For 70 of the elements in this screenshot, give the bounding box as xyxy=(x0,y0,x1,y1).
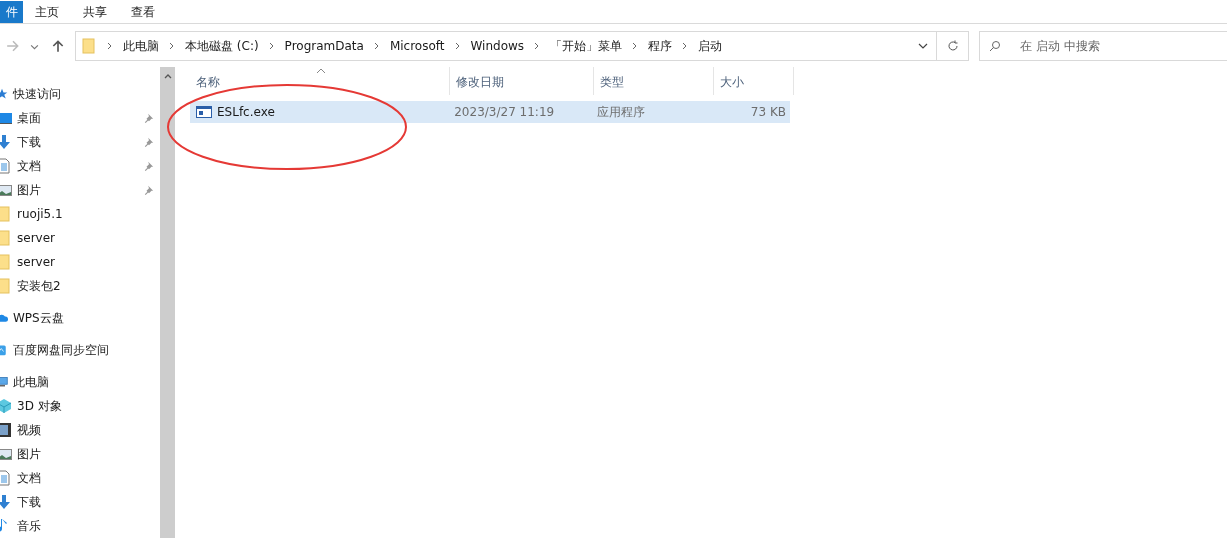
search-icon xyxy=(989,40,1001,52)
refresh-icon xyxy=(946,40,959,52)
breadcrumb[interactable]: Microsoft xyxy=(389,39,445,53)
cube-icon xyxy=(0,398,12,414)
address-bar[interactable]: 此电脑 本地磁盘 (C:) ProgramData Microsoft Windows 「开始」菜单 程序 启动 xyxy=(75,31,937,61)
breadcrumb[interactable]: 程序 xyxy=(648,37,673,55)
ribbon-tab[interactable]: 共享 xyxy=(71,1,119,23)
sidebar-item[interactable]: server xyxy=(0,226,160,250)
chevron-down-icon[interactable] xyxy=(918,42,928,50)
monitor-icon xyxy=(0,110,12,126)
scrollbar[interactable] xyxy=(160,67,175,538)
chevron-up-icon[interactable] xyxy=(163,73,172,79)
breadcrumb[interactable]: 启动 xyxy=(698,37,723,55)
sidebar-item[interactable]: 下载 xyxy=(0,490,160,514)
ribbon-tab[interactable]: 件 xyxy=(0,1,23,23)
breadcrumb[interactable]: Windows xyxy=(470,39,525,53)
column-header[interactable]: 修改日期 xyxy=(450,67,594,95)
ribbon-tab[interactable]: 主页 xyxy=(23,1,71,23)
column-header[interactable]: 名称 xyxy=(190,67,450,95)
chevron-right-icon xyxy=(682,42,689,50)
sidebar-item[interactable]: 文档 xyxy=(0,466,160,490)
sidebar-item[interactable]: 桌面 xyxy=(0,106,160,130)
folder-icon xyxy=(0,278,12,294)
folder-icon xyxy=(81,38,97,54)
film-icon xyxy=(0,422,12,438)
sort-caret-icon xyxy=(316,68,326,74)
sidebar-item[interactable]: 音乐 xyxy=(0,514,160,538)
sidebar-item[interactable]: 3D 对象 xyxy=(0,394,160,418)
sidebar-item[interactable]: 图片 xyxy=(0,178,160,202)
chevron-right-icon xyxy=(632,42,639,50)
file-row[interactable]: ESLfc.exe 2023/3/27 11:19 应用程序 73 KB xyxy=(190,101,790,123)
breadcrumb[interactable]: 此电脑 xyxy=(123,37,159,55)
search-field[interactable]: 在 启动 中搜索 xyxy=(979,31,1227,61)
sidebar-item[interactable]: 视频 xyxy=(0,418,160,442)
chevron-right-icon xyxy=(169,42,175,50)
sidebar-item[interactable]: 文档 xyxy=(0,154,160,178)
breadcrumb[interactable]: ProgramData xyxy=(284,39,364,53)
breadcrumb[interactable]: 「开始」菜单 xyxy=(550,37,623,55)
sidebar-item[interactable]: 下载 xyxy=(0,130,160,154)
table-cell-text: 应用程序 xyxy=(596,103,647,121)
sidebar-item[interactable]: WPS云盘 xyxy=(0,306,160,330)
file-name: ESLfc.exe xyxy=(217,105,275,119)
sidebar-item[interactable]: ruoji5.1 xyxy=(0,202,160,226)
chevron-right-icon xyxy=(534,42,541,50)
column-header[interactable]: 类型 xyxy=(594,67,714,95)
sidebar-item[interactable]: 安装包2 xyxy=(0,274,160,298)
sidebar-item[interactable]: 图片 xyxy=(0,442,160,466)
sidebar-item[interactable]: server xyxy=(0,250,160,274)
sidebar-item[interactable]: 此电脑 xyxy=(0,370,160,394)
table-cell-text: 73 KB xyxy=(749,105,787,119)
chevron-right-icon xyxy=(107,42,113,50)
picture-icon xyxy=(0,446,12,462)
table-cell-text: 2023/3/27 11:19 xyxy=(453,105,556,119)
breadcrumb[interactable]: 本地磁盘 (C:) xyxy=(185,37,259,55)
down-arrow-icon xyxy=(0,494,12,510)
picture-icon xyxy=(0,182,12,198)
sidebar-item[interactable]: 快速访问 xyxy=(0,82,160,106)
sidebar-item[interactable]: 百度网盘同步空间 xyxy=(0,338,160,362)
up-arrow-icon[interactable] xyxy=(51,39,65,53)
column-header[interactable]: 大小 xyxy=(714,67,794,95)
down-arrow-icon xyxy=(0,134,12,150)
chevron-right-icon xyxy=(454,42,461,50)
ribbon-tab[interactable]: 查看 xyxy=(119,1,167,23)
folder-icon xyxy=(0,230,12,246)
chevron-right-icon xyxy=(268,42,275,50)
application-icon xyxy=(196,104,212,120)
folder-icon xyxy=(0,206,12,222)
folder-icon xyxy=(0,254,12,270)
refresh-button[interactable] xyxy=(937,31,969,61)
chevron-right-icon xyxy=(373,42,380,50)
